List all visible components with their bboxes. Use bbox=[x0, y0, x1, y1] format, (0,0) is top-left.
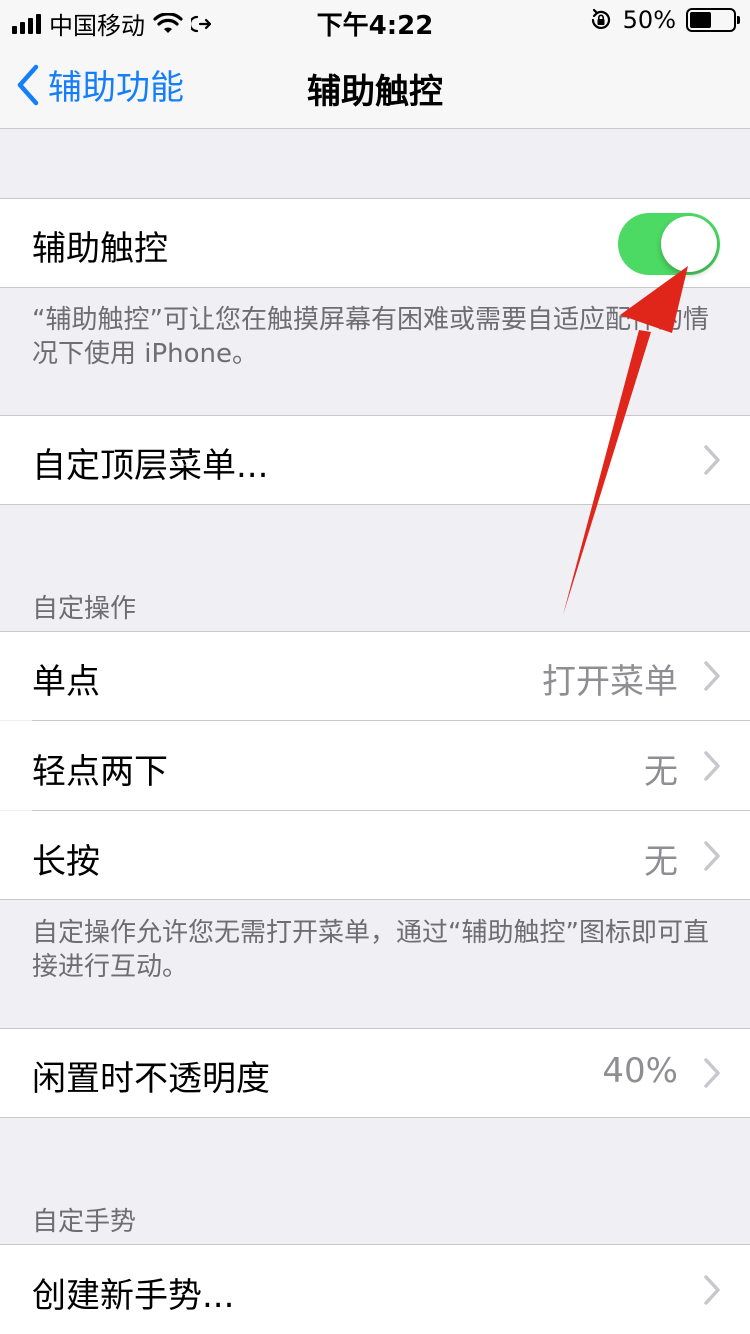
double-tap-row[interactable]: 轻点两下 无 bbox=[0, 721, 750, 810]
idle-opacity-row[interactable]: 闲置时不透明度 40% bbox=[0, 1029, 750, 1117]
assistive-touch-toggle[interactable] bbox=[618, 213, 720, 275]
toggle-knob bbox=[661, 216, 717, 272]
chevron-right-icon bbox=[704, 1058, 720, 1088]
chevron-right-icon bbox=[704, 445, 720, 475]
battery-level bbox=[690, 12, 711, 28]
divider bbox=[0, 1117, 750, 1118]
idle-opacity-value: 40% bbox=[602, 1051, 678, 1091]
single-tap-label: 单点 bbox=[32, 662, 100, 702]
long-press-row[interactable]: 长按 无 bbox=[0, 811, 750, 899]
orientation-lock-icon bbox=[591, 8, 610, 29]
double-tap-value: 无 bbox=[644, 752, 678, 792]
custom-actions-footer: 自定操作允许您无需打开菜单，通过“辅助触控”图标即可直接进行互动。 bbox=[32, 918, 709, 982]
divider bbox=[0, 899, 750, 900]
assistive-touch-row: 辅助触控 bbox=[0, 199, 750, 287]
custom-actions-header: 自定操作 bbox=[32, 594, 137, 624]
assistive-touch-label: 辅助触控 bbox=[32, 229, 168, 269]
create-new-gesture-row[interactable]: 创建新手势... bbox=[0, 1245, 750, 1334]
double-tap-label: 轻点两下 bbox=[32, 752, 168, 792]
battery-percent: 50% bbox=[622, 6, 676, 34]
single-tap-row[interactable]: 单点 打开菜单 bbox=[0, 632, 750, 720]
divider bbox=[0, 504, 750, 505]
chevron-right-icon bbox=[704, 841, 720, 871]
long-press-label: 长按 bbox=[32, 842, 100, 882]
custom-gestures-header: 自定手势 bbox=[32, 1207, 137, 1237]
long-press-value: 无 bbox=[644, 842, 678, 882]
single-tap-value: 打开菜单 bbox=[542, 662, 678, 702]
navigation-bar: 辅助功能 辅助触控 bbox=[0, 40, 750, 129]
chevron-right-icon bbox=[704, 661, 720, 691]
status-bar: 中国移动 下午4:22 50% bbox=[0, 0, 750, 41]
chevron-right-icon bbox=[704, 1275, 720, 1305]
create-new-gesture-label: 创建新手势... bbox=[32, 1276, 235, 1316]
divider bbox=[0, 287, 750, 288]
status-right: 50% bbox=[589, 6, 740, 34]
idle-opacity-label: 闲置时不透明度 bbox=[32, 1059, 270, 1099]
assistive-touch-footer: “辅助触控”可让您在触摸屏幕有困难或需要自适应配件的情况下使用 iPhone。 bbox=[32, 305, 709, 369]
customize-top-menu-row[interactable]: 自定顶层菜单... bbox=[0, 416, 750, 504]
page-title: 辅助触控 bbox=[307, 72, 443, 112]
battery-icon bbox=[686, 8, 740, 32]
customize-top-menu-label: 自定顶层菜单... bbox=[32, 446, 269, 486]
chevron-right-icon bbox=[704, 751, 720, 781]
